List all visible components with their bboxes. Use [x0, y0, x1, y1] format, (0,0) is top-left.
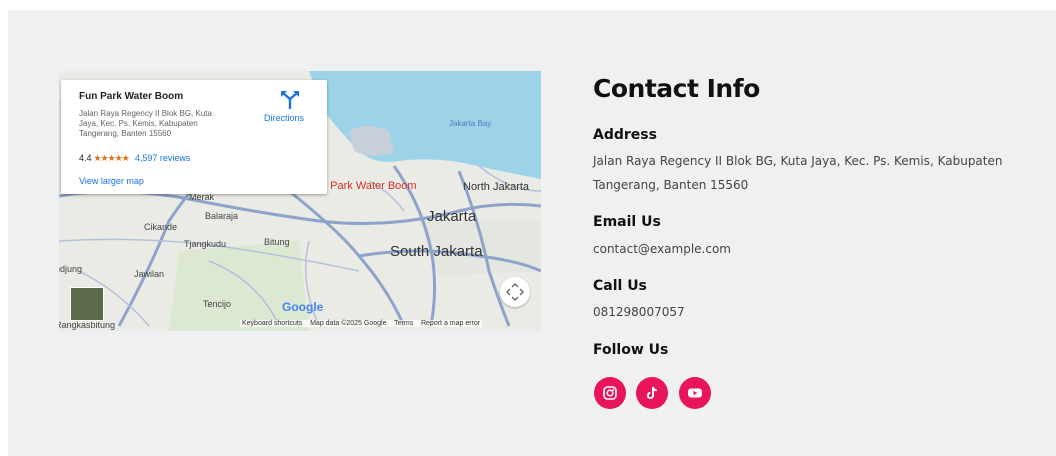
map-label-bitung: Bitung	[264, 237, 290, 247]
instagram-icon	[603, 386, 617, 400]
tiktok-icon	[646, 386, 657, 400]
google-logo: Google	[282, 300, 324, 314]
rating-value: 4.4	[79, 153, 92, 163]
map-satellite-thumbnail[interactable]	[70, 287, 104, 321]
map-label-north-jakarta: North Jakarta	[463, 181, 530, 193]
directions-icon[interactable]	[279, 90, 301, 110]
instagram-button[interactable]	[594, 377, 626, 409]
map-label-jawilan: Jawilan	[134, 269, 165, 279]
call-heading: Call Us	[593, 278, 647, 294]
map-label-balaraja: Balaraja	[205, 211, 239, 221]
view-larger-map-link[interactable]: View larger map	[79, 176, 144, 186]
map-label-tencijo: Tencijo	[203, 299, 232, 309]
youtube-icon	[688, 388, 702, 398]
place-address-line: Jaya, Kec. Ps. Kemis, Kabupaten	[79, 119, 198, 128]
place-address: Jalan Raya Regency II Blok BG, Kuta Jaya…	[79, 109, 249, 139]
tiktok-button[interactable]	[636, 377, 668, 409]
map-footer: Keyboard shortcuts Map data ©2025 Google…	[240, 320, 483, 327]
follow-heading: Follow Us	[593, 342, 669, 358]
directions-link[interactable]: Directions	[264, 113, 304, 123]
address-line: Jalan Raya Regency II Blok BG, Kuta Jaya…	[593, 154, 1003, 168]
map-label-rangkasbitung: Rangkasbitung	[59, 320, 116, 330]
place-rating: 4.4 ★★★★★ 4,597 reviews	[79, 153, 190, 164]
rating-stars-icon: ★★★★★	[93, 153, 130, 163]
map-camera-control[interactable]	[500, 277, 530, 307]
youtube-button[interactable]	[679, 377, 711, 409]
place-card: Fun Park Water Boom Jalan Raya Regency I…	[61, 80, 327, 194]
email-heading: Email Us	[593, 214, 661, 230]
contact-title: Contact Info	[593, 74, 760, 103]
address-heading: Address	[593, 127, 657, 143]
reviews-link[interactable]: 4,597 reviews	[135, 153, 191, 163]
place-name: Fun Park Water Boom	[79, 91, 184, 102]
map-data-text: Map data ©2025 Google	[310, 320, 387, 327]
report-map-error-link[interactable]: Report a map error	[421, 320, 480, 327]
map-label-cikande: Cikande	[144, 222, 178, 232]
phone-value[interactable]: 081298007057	[593, 301, 685, 323]
map-label-south-jakarta: South Jakarta	[390, 243, 483, 260]
keyboard-shortcuts-link[interactable]: Keyboard shortcuts	[242, 320, 302, 327]
map-label-fun-park: n Park Water Boom	[321, 180, 417, 192]
place-address-line: Tangerang, Banten 15560	[79, 129, 172, 138]
place-address-line: Jalan Raya Regency II Blok BG, Kuta	[79, 109, 212, 118]
email-value[interactable]: contact@example.com	[593, 238, 731, 260]
terms-link[interactable]: Terms	[394, 320, 413, 327]
map-label-jakarta-bay: Jakarta Bay	[449, 119, 492, 128]
map-label-ndjung: ndjung	[59, 264, 83, 274]
camera-control-icon	[506, 283, 524, 301]
map-label-tjangkudu: Tjangkudu	[184, 239, 227, 249]
map-label-jakarta: Jakarta	[427, 208, 477, 225]
address-line: Tangerang, Banten 15560	[593, 178, 749, 192]
